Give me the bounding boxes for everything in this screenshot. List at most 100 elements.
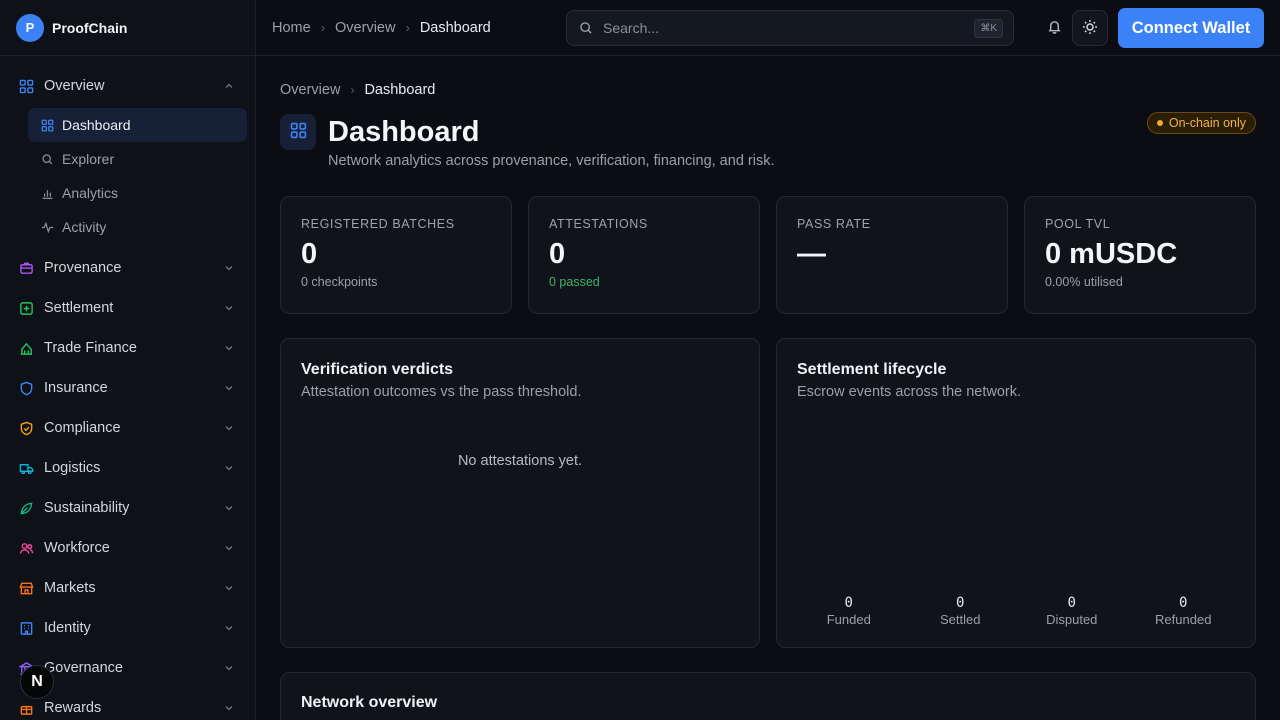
- sidebar-group-settlement[interactable]: Settlement: [0, 288, 255, 328]
- empty-state-message: No attestations yet.: [457, 453, 583, 469]
- search-icon: [579, 20, 595, 36]
- sidebar-group-insurance[interactable]: Insurance: [0, 368, 255, 408]
- chevron-right-icon: ›: [350, 83, 355, 97]
- breadcrumb: Home › Overview › Dashboard: [272, 20, 491, 36]
- chevron-down-icon: [223, 542, 235, 554]
- sidebar-item-activity[interactable]: Activity: [28, 210, 247, 244]
- pulse-icon: [40, 220, 54, 234]
- stat-value: —: [797, 238, 826, 270]
- chevron-down-icon: [223, 662, 235, 674]
- sidebar-group-label: Overview: [44, 78, 105, 94]
- topbar: Home › Overview › Dashboard ⌘K Connect W…: [256, 0, 1280, 56]
- landmark-icon: [18, 340, 34, 356]
- stat-card-pass-rate: PASS RATE —: [776, 196, 1008, 314]
- breadcrumb-current: Dashboard: [419, 19, 491, 36]
- sidebar-item-label: Dashboard: [62, 117, 131, 133]
- sidebar-group-provenance[interactable]: Provenance: [0, 248, 255, 288]
- chevron-down-icon: [223, 582, 235, 594]
- shield-icon: [18, 380, 34, 396]
- store-icon: [18, 580, 34, 596]
- connect-wallet-button[interactable]: Connect Wallet: [1118, 8, 1264, 48]
- stage-count: 0: [1179, 595, 1188, 611]
- sidebar-group-label: Settlement: [44, 300, 114, 316]
- chevron-down-icon: [223, 502, 235, 514]
- stat-subtext: 0 checkpoints: [301, 275, 378, 289]
- grid-icon: [290, 122, 307, 142]
- sidebar-group-compliance[interactable]: Compliance: [0, 408, 255, 448]
- status-badge-label: On-chain only: [1168, 116, 1246, 130]
- users-icon: [18, 540, 34, 556]
- stat-subtext: 0 passed: [549, 275, 600, 289]
- panel-title: Network overview: [301, 694, 438, 711]
- breadcrumb-overview[interactable]: Overview: [335, 20, 395, 36]
- sidebar-group-label: Provenance: [44, 260, 122, 276]
- chevron-down-icon: [223, 382, 235, 394]
- page-subtitle: Network analytics across provenance, ver…: [328, 153, 775, 169]
- panel-title: Verification verdicts: [301, 361, 454, 378]
- chevron-right-icon: ›: [405, 20, 410, 35]
- search-box[interactable]: ⌘K: [566, 10, 1014, 46]
- sidebar-group-sustainability[interactable]: Sustainability: [0, 488, 255, 528]
- notifications-button[interactable]: [1040, 14, 1068, 42]
- sun-icon: [1082, 19, 1098, 38]
- stat-label: POOL TVL: [1045, 217, 1111, 231]
- sidebar-item-analytics[interactable]: Analytics: [28, 176, 247, 210]
- breadcrumb-current: Dashboard: [364, 82, 436, 98]
- gift-icon: [18, 700, 34, 716]
- stage-count: 0: [1067, 595, 1076, 611]
- status-dot-icon: [1156, 120, 1163, 126]
- chevron-down-icon: [223, 462, 235, 474]
- stage-label: Disputed: [1046, 612, 1098, 627]
- sidebar-item-explorer[interactable]: Explorer: [28, 142, 247, 176]
- theme-toggle-button[interactable]: [1072, 10, 1108, 46]
- sidebar-group-markets[interactable]: Markets: [0, 568, 255, 608]
- lifecycle-stage-settled: 0 Settled: [905, 595, 1017, 627]
- nextjs-dev-badge[interactable]: N: [20, 665, 54, 699]
- lifecycle-stages: 0 Funded 0 Settled 0 Disputed 0 Refunded: [793, 595, 1239, 627]
- chevron-down-icon: [223, 342, 235, 354]
- sidebar-group-identity[interactable]: Identity: [0, 608, 255, 648]
- sidebar-item-label: Analytics: [62, 185, 119, 201]
- bar-chart-icon: [40, 186, 54, 200]
- sidebar-group-label: Identity: [44, 620, 91, 636]
- status-badge: On-chain only: [1146, 112, 1256, 134]
- sidebar-group-label: Rewards: [44, 700, 102, 716]
- grid-icon: [18, 78, 34, 94]
- panels-row: Verification verdicts Attestation outcom…: [280, 338, 1256, 648]
- chevron-up-icon: [223, 80, 235, 92]
- breadcrumb-home[interactable]: Home: [272, 20, 311, 36]
- panel-subtitle: Escrow events across the network.: [797, 384, 1022, 400]
- breadcrumb-overview[interactable]: Overview: [280, 82, 340, 98]
- stat-value: 0: [549, 238, 566, 270]
- chevron-down-icon: [223, 702, 235, 714]
- stat-label: PASS RATE: [797, 217, 871, 231]
- grid-icon: [40, 118, 54, 132]
- sidebar-item-dashboard[interactable]: Dashboard: [28, 108, 247, 142]
- overview-sub-list: Dashboard Explorer Analytics Activity: [0, 106, 255, 248]
- chevron-down-icon: [223, 622, 235, 634]
- stat-card-pool-tvl: POOL TVL 0 mUSDC 0.00% utilised: [1024, 196, 1256, 314]
- sidebar-group-workforce[interactable]: Workforce: [0, 528, 255, 568]
- bell-icon: [1047, 19, 1062, 37]
- panel-title: Settlement lifecycle: [797, 361, 947, 378]
- page-breadcrumb: Overview › Dashboard: [280, 82, 435, 98]
- brand[interactable]: P ProofChain: [0, 0, 255, 56]
- stat-value: 0 mUSDC: [1045, 238, 1178, 270]
- settlement-lifecycle-panel: Settlement lifecycle Escrow events acros…: [776, 338, 1256, 648]
- search-input[interactable]: [603, 20, 975, 36]
- chevron-down-icon: [223, 302, 235, 314]
- stat-label: REGISTERED BATCHES: [301, 217, 455, 231]
- sidebar-group-overview[interactable]: Overview: [0, 66, 255, 106]
- chevron-down-icon: [223, 262, 235, 274]
- sidebar-group-logistics[interactable]: Logistics: [0, 448, 255, 488]
- network-overview-panel: Network overview: [280, 672, 1256, 720]
- stat-card-attestations: ATTESTATIONS 0 0 passed: [528, 196, 760, 314]
- stat-card-registered-batches: REGISTERED BATCHES 0 0 checkpoints: [280, 196, 512, 314]
- shield-check-icon: [18, 420, 34, 436]
- stat-subtext: 0.00% utilised: [1045, 275, 1123, 289]
- building-icon: [18, 620, 34, 636]
- sidebar-item-label: Explorer: [62, 151, 115, 167]
- brand-logo: P: [16, 13, 44, 42]
- sidebar-group-label: Insurance: [44, 380, 108, 396]
- sidebar-group-trade-finance[interactable]: Trade Finance: [0, 328, 255, 368]
